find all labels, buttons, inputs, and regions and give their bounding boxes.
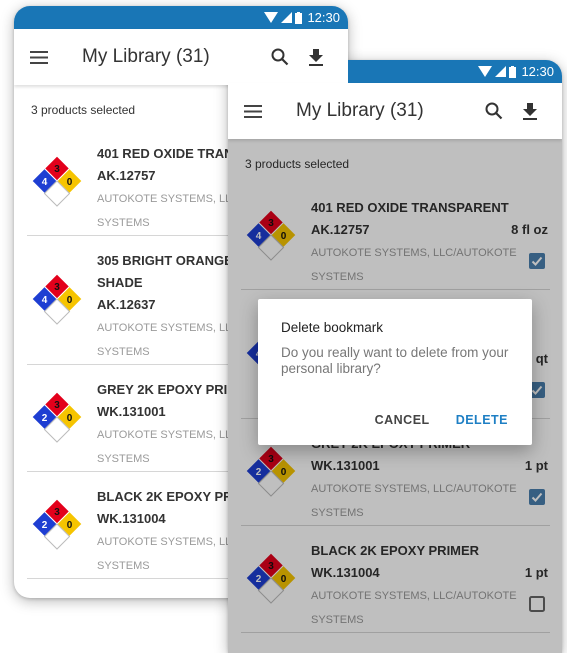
status-time: 12:30 (307, 10, 340, 25)
wifi-icon (264, 12, 279, 23)
reactivity-rating: 0 (67, 177, 73, 188)
app-bar: My Library (31) (228, 83, 562, 139)
flammability-rating: 3 (54, 400, 60, 411)
nfpa-diamond-icon: 32 0 (31, 391, 83, 443)
hazard-diamond: 32 0 (27, 365, 97, 471)
status-time: 12:30 (521, 64, 554, 79)
search-icon[interactable] (262, 48, 298, 66)
battery-icon (509, 65, 517, 78)
menu-icon[interactable] (30, 50, 52, 64)
reactivity-rating: 0 (67, 295, 73, 306)
signal-icon (281, 12, 293, 23)
health-rating: 4 (42, 295, 48, 306)
nfpa-diamond-icon: 34 0 (31, 155, 83, 207)
dialog-message: Do you really want to delete from your p… (281, 345, 509, 376)
health-rating: 2 (42, 413, 48, 424)
hazard-diamond: 34 0 (27, 236, 97, 364)
search-icon[interactable] (476, 102, 512, 120)
health-rating: 4 (42, 177, 48, 188)
reactivity-rating: 0 (67, 520, 73, 531)
flammability-rating: 3 (54, 507, 60, 518)
status-bar: 12:30 (14, 6, 348, 29)
reactivity-rating: 0 (67, 413, 73, 424)
page-title: My Library (31) (82, 46, 210, 67)
nfpa-diamond-icon: 32 0 (31, 498, 83, 550)
dialog-title: Delete bookmark (281, 320, 384, 335)
app-bar: My Library (31) (14, 29, 348, 85)
flammability-rating: 3 (54, 164, 60, 175)
battery-icon (295, 11, 303, 24)
download-icon[interactable] (512, 102, 548, 120)
menu-icon[interactable] (244, 104, 266, 118)
product-code: AK.12637 (97, 297, 156, 312)
cancel-button[interactable]: CANCEL (375, 413, 430, 427)
health-rating: 2 (42, 520, 48, 531)
hazard-diamond: 32 0 (27, 472, 97, 578)
front-phone-screen: 12:30 My Library (31) 3 products selecte… (228, 60, 562, 653)
signal-icon (495, 66, 507, 77)
download-icon[interactable] (298, 48, 334, 66)
product-code: WK.131004 (97, 511, 166, 526)
delete-bookmark-dialog: Delete bookmark Do you really want to de… (258, 299, 532, 445)
flammability-rating: 3 (54, 282, 60, 293)
product-code: AK.12757 (97, 168, 156, 183)
wifi-icon (478, 66, 493, 77)
hazard-diamond: 34 0 (27, 129, 97, 235)
page-title: My Library (31) (296, 100, 424, 121)
delete-button[interactable]: DELETE (456, 413, 508, 427)
nfpa-diamond-icon: 34 0 (31, 273, 83, 325)
product-code: WK.131001 (97, 404, 166, 419)
